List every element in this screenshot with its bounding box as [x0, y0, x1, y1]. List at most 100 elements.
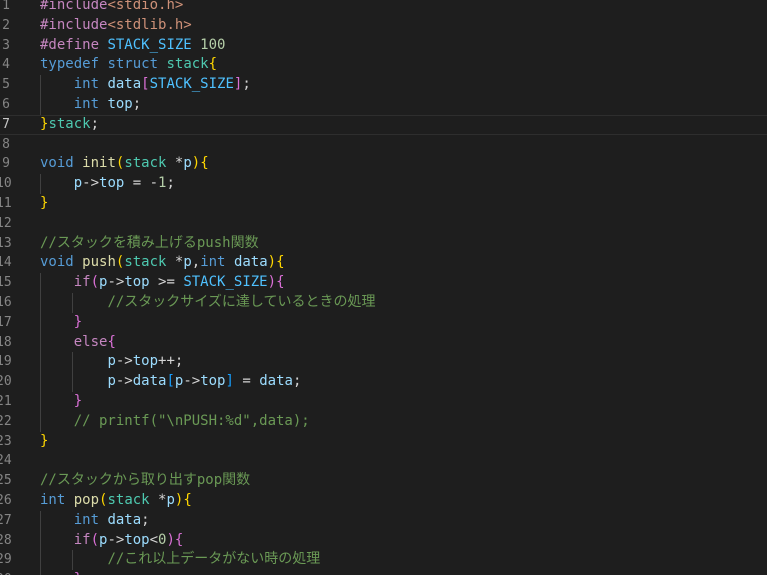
code-line[interactable]: 12 — [0, 214, 767, 234]
code-line[interactable]: 8 — [0, 135, 767, 155]
code-line[interactable]: 17 } — [0, 312, 767, 333]
code-token: void — [40, 155, 74, 172]
code-token: #define — [40, 36, 108, 53]
code-line[interactable]: 11} — [0, 194, 767, 214]
code-token: -> — [107, 531, 125, 548]
code-token: ( — [90, 531, 100, 548]
code-line[interactable]: 7}stack; — [0, 115, 767, 135]
line-number: 22 — [0, 413, 12, 429]
code-text: //スタックから取り出すpop関数 — [40, 471, 250, 491]
code-token: = — [233, 373, 260, 390]
code-token: ; — [292, 373, 302, 390]
code-text: //これ以上データがない時の処理 — [40, 550, 320, 570]
code-editor[interactable]: 1 #include<stdio.h> 2 #include<stdlib.h> 3 #d… — [0, 0, 767, 575]
code-token: , — [191, 254, 201, 271]
code-line[interactable]: 2 #include<stdlib.h> — [0, 16, 767, 36]
line-number: 8 — [2, 136, 10, 152]
code-line[interactable]: 13 //スタックを積み上げるpush関数 — [0, 234, 767, 254]
code-line[interactable]: 5 int data[STACK_SIZE]; — [0, 75, 767, 95]
code-token: ; — [132, 96, 142, 112]
code-line[interactable]: 29 //これ以上データがない時の処理 — [0, 550, 767, 571]
code-token: ) — [166, 531, 175, 548]
code-line[interactable]: 22 // printf("\nPUSH:%d",data); — [0, 411, 767, 432]
code-token: { — [208, 56, 218, 73]
code-token: data — [107, 76, 142, 93]
code-line[interactable]: 20 p->data[p->top] = data; — [0, 372, 767, 392]
code-token: top — [124, 274, 150, 291]
code-line[interactable]: 9 void init(stack *p){ — [0, 154, 767, 174]
code-line[interactable]: 1 #include<stdio.h> — [0, 0, 767, 16]
code-text: int data; — [40, 511, 150, 531]
code-token: } — [40, 432, 49, 449]
code-line[interactable]: 4 typedef struct stack{ — [0, 55, 767, 75]
code-line[interactable]: 16 //スタックサイズに達しているときの処理 — [0, 293, 767, 313]
code-text: //スタックを積み上げるpush関数 — [40, 234, 259, 254]
code-token: void — [40, 254, 74, 271]
code-line[interactable]: 3 #define STACK_SIZE 100 — [0, 36, 767, 56]
line-number: 3 — [2, 37, 10, 53]
code-token: = - — [124, 175, 159, 192]
code-token: stack — [124, 254, 167, 271]
code-text: p->top = -1; — [40, 174, 175, 194]
line-number: 19 — [0, 354, 12, 370]
code-line[interactable]: 24 — [0, 451, 767, 471]
line-number: 21 — [0, 394, 12, 409]
code-line[interactable]: 18 else{ — [0, 332, 767, 353]
line-number: 12 — [0, 215, 12, 231]
code-token: } — [40, 195, 49, 211]
code-text: int top; — [40, 95, 141, 115]
code-text: }stack; — [40, 115, 99, 135]
code-token: < — [149, 531, 159, 548]
code-token: if — [73, 274, 91, 291]
code-line[interactable]: 21 } — [0, 392, 767, 412]
code-text: typedef struct stack{ — [40, 55, 217, 75]
code-token: * — [166, 254, 184, 271]
code-text: #define STACK_SIZE 100 — [40, 36, 225, 56]
code-token: -> — [115, 353, 133, 370]
code-token: ; — [141, 511, 150, 528]
code-token: stack — [124, 155, 167, 172]
code-line[interactable]: 6 int top; — [0, 95, 767, 115]
code-token: } — [73, 313, 83, 330]
code-token: int — [73, 511, 100, 528]
code-token: top — [124, 531, 150, 548]
code-token: //スタックサイズに達しているときの処理 — [107, 294, 376, 310]
line-number: 25 — [0, 473, 12, 489]
code-token: ) — [267, 274, 277, 291]
code-line[interactable]: 27 int data; — [0, 510, 767, 531]
code-token: top — [200, 373, 226, 390]
line-number: 13 — [0, 235, 12, 251]
code-token: ) — [191, 155, 201, 172]
code-line[interactable]: 26 int pop(stack *p){ — [0, 491, 767, 511]
code-token: ( — [90, 274, 100, 291]
code-token: int — [200, 254, 226, 271]
code-line[interactable]: 19 p->top++; — [0, 352, 767, 373]
code-token: { — [200, 155, 209, 172]
code-token: else — [73, 333, 108, 350]
code-token: } — [74, 571, 82, 575]
code-line[interactable]: 23} — [0, 432, 767, 452]
code-token: init — [82, 155, 116, 172]
code-token: ] — [225, 373, 234, 390]
code-text: } — [40, 392, 82, 412]
code-token: struct — [107, 56, 159, 73]
line-number: 29 — [0, 552, 12, 568]
line-number: 30 — [0, 570, 12, 575]
line-number: 27 — [0, 512, 12, 528]
code-line[interactable]: 30 } — [0, 570, 767, 575]
code-line[interactable]: 14 void push(stack *p,int data){ — [0, 253, 767, 273]
code-line[interactable]: 10 p->top = -1; — [0, 174, 767, 194]
code-line[interactable]: 25 //スタックから取り出すpop関数 — [0, 471, 767, 491]
line-number: 6 — [2, 97, 10, 112]
code-line[interactable]: 28 if(p->top<0){ — [0, 530, 767, 551]
code-text: #include<stdio.h> — [40, 0, 183, 16]
line-number: 26 — [0, 493, 12, 508]
code-line[interactable]: 15 if(p->top >= STACK_SIZE){ — [0, 273, 767, 293]
code-token: p — [107, 353, 116, 370]
code-text: if(p->top >= STACK_SIZE){ — [40, 273, 285, 293]
